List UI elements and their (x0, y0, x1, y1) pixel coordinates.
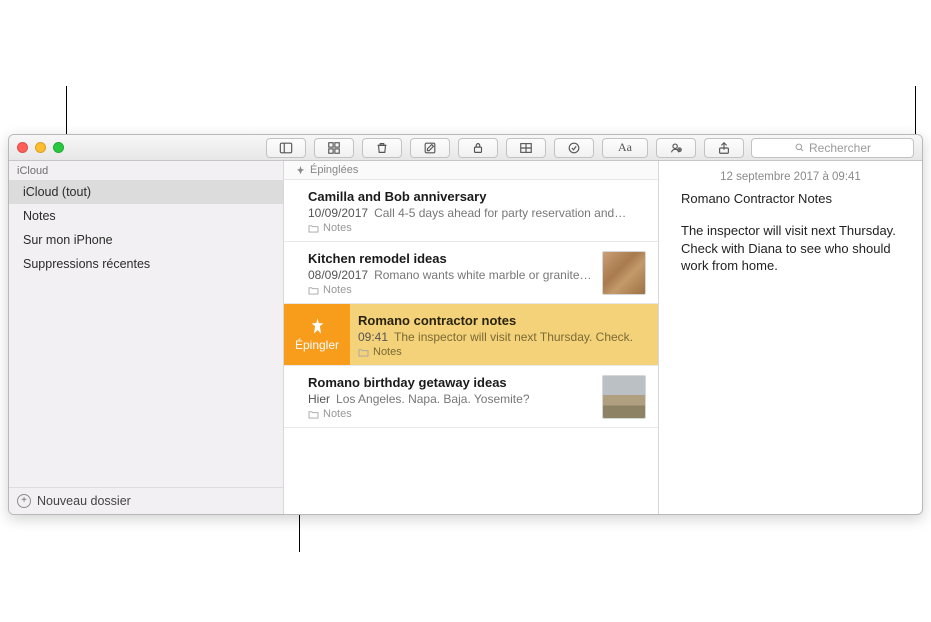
folder-icon (308, 410, 319, 419)
note-meta: 10/09/2017 Call 4-5 days ahead for party … (308, 206, 646, 220)
note-preview: Call 4-5 days ahead for party reservatio… (374, 206, 626, 220)
add-people-button[interactable] (656, 138, 696, 158)
note-date: 10/09/2017 (308, 206, 368, 220)
plus-icon: + (17, 494, 31, 508)
note-title: Romano contractor notes (358, 313, 646, 328)
note-title: Camilla and Bob anniversary (308, 189, 646, 204)
folders-sidebar: iCloud iCloud (tout) Notes Sur mon iPhon… (9, 161, 284, 514)
note-meta: 08/09/2017 Romano wants white marble or g… (308, 268, 594, 282)
pin-action-label: Épingler (295, 338, 339, 352)
new-folder-button[interactable]: + Nouveau dossier (9, 487, 283, 514)
search-field[interactable]: Rechercher (751, 138, 914, 158)
note-row-selected[interactable]: Épingler Romano contractor notes 09:41 Th… (284, 304, 658, 366)
note-date: Hier (308, 392, 330, 406)
new-note-button[interactable] (410, 138, 450, 158)
pinned-section-header: Épinglées (284, 161, 658, 180)
note-folder-label: Notes (323, 222, 352, 234)
note-row[interactable]: Romano birthday getaway ideas Hier Los An… (284, 366, 658, 428)
search-icon (794, 142, 805, 153)
checklist-button[interactable] (554, 138, 594, 158)
note-preview: The inspector will visit next Thursday. … (394, 330, 633, 344)
table-button[interactable] (506, 138, 546, 158)
note-meta: 09:41 The inspector will visit next Thurs… (358, 330, 646, 344)
close-window-button[interactable] (17, 142, 28, 153)
content-area: iCloud iCloud (tout) Notes Sur mon iPhon… (9, 161, 922, 514)
sidebar-item-on-my-iphone[interactable]: Sur mon iPhone (9, 228, 283, 252)
titlebar: Aa Rechercher (9, 135, 922, 161)
note-date: 08/09/2017 (308, 268, 368, 282)
note-folder: Notes (358, 346, 646, 358)
delete-note-button[interactable] (362, 138, 402, 158)
note-folder-label: Notes (323, 408, 352, 420)
zoom-window-button[interactable] (53, 142, 64, 153)
note-folder: Notes (308, 408, 594, 420)
new-folder-label: Nouveau dossier (37, 494, 131, 508)
folder-icon (308, 224, 319, 233)
note-date: 09:41 (358, 330, 388, 344)
folder-icon (358, 348, 369, 357)
sidebar-item-label: Notes (23, 209, 56, 223)
notes-list: Épinglées Camilla and Bob anniversary 10… (284, 161, 659, 514)
note-folder: Notes (308, 222, 646, 234)
note-folder-label: Notes (373, 346, 402, 358)
sidebar-item-notes[interactable]: Notes (9, 204, 283, 228)
note-thumbnail (602, 375, 646, 419)
format-button[interactable]: Aa (602, 138, 648, 158)
lock-note-button[interactable] (458, 138, 498, 158)
note-detail-title[interactable]: Romano Contractor Notes (681, 191, 900, 206)
note-thumbnail (602, 251, 646, 295)
sidebar-item-recently-deleted[interactable]: Suppressions récentes (9, 252, 283, 276)
sidebar-section-header: iCloud (9, 161, 283, 180)
share-button[interactable] (704, 138, 744, 158)
note-title: Kitchen remodel ideas (308, 251, 594, 266)
search-placeholder: Rechercher (809, 141, 871, 155)
note-row[interactable]: Kitchen remodel ideas 08/09/2017 Romano w… (284, 242, 658, 304)
minimize-window-button[interactable] (35, 142, 46, 153)
app-window: Aa Rechercher iCloud iCloud (tout) Notes… (8, 134, 923, 515)
sidebar-item-icloud-all[interactable]: iCloud (tout) (9, 180, 283, 204)
window-controls (17, 142, 64, 153)
note-preview: Romano wants white marble or granite… (374, 268, 591, 282)
gallery-view-button[interactable] (314, 138, 354, 158)
pin-icon (296, 166, 305, 175)
note-folder: Notes (308, 284, 594, 296)
toggle-sidebar-button[interactable] (266, 138, 306, 158)
sidebar-item-label: iCloud (tout) (23, 185, 91, 199)
sidebar-item-label: Sur mon iPhone (23, 233, 113, 247)
note-folder-label: Notes (323, 284, 352, 296)
sidebar-item-label: Suppressions récentes (23, 257, 150, 271)
pinned-label: Épinglées (310, 164, 358, 176)
note-row[interactable]: Camilla and Bob anniversary 10/09/2017 Ca… (284, 180, 658, 242)
pin-icon (308, 317, 327, 336)
note-timestamp: 12 septembre 2017 à 09:41 (681, 171, 900, 183)
pin-note-action[interactable]: Épingler (284, 304, 350, 365)
note-body[interactable]: The inspector will visit next Thursday. … (681, 222, 900, 275)
note-meta: Hier Los Angeles. Napa. Baja. Yosemite? (308, 392, 594, 406)
toolbar: Aa (266, 138, 744, 158)
note-detail: 12 septembre 2017 à 09:41 Romano Contrac… (659, 161, 922, 514)
folder-icon (308, 286, 319, 295)
note-preview: Los Angeles. Napa. Baja. Yosemite? (336, 392, 529, 406)
note-title: Romano birthday getaway ideas (308, 375, 594, 390)
